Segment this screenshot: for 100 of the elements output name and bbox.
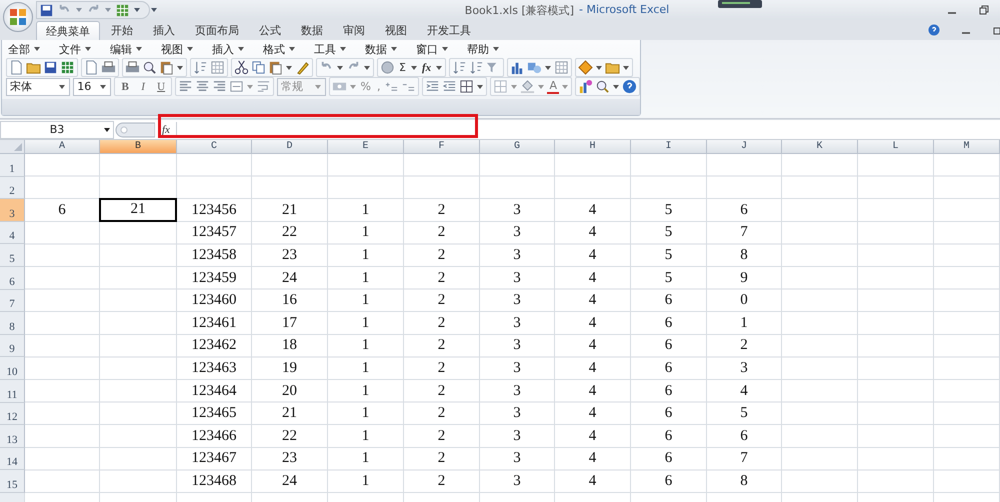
row-header[interactable]: 14 <box>0 448 25 470</box>
caret-icon[interactable] <box>151 8 157 12</box>
caret-icon[interactable] <box>613 84 620 88</box>
align-center-icon[interactable] <box>195 79 210 94</box>
sheet-icon[interactable] <box>115 2 130 18</box>
scissors-icon[interactable] <box>234 60 249 75</box>
menu-item[interactable]: 工具 <box>311 42 353 56</box>
wrap-icon[interactable] <box>256 79 272 94</box>
font-dropdown[interactable]: 宋体 <box>6 78 70 96</box>
bucket-icon[interactable] <box>520 79 536 94</box>
magnifier-icon[interactable] <box>142 60 157 75</box>
ribbon-tab[interactable]: 插入 <box>144 21 184 40</box>
row-header[interactable]: 10 <box>0 357 25 380</box>
menu-item[interactable]: 编辑 <box>107 42 149 56</box>
caret-icon[interactable] <box>177 66 183 70</box>
save-icon[interactable] <box>43 60 58 75</box>
caret-icon[interactable] <box>436 66 442 70</box>
bold-button[interactable]: B <box>117 79 134 94</box>
sort-icon[interactable] <box>193 60 208 75</box>
diamond-icon[interactable] <box>578 60 594 75</box>
help-icon[interactable] <box>928 24 940 36</box>
caret-icon[interactable] <box>104 128 110 132</box>
caret-icon[interactable] <box>286 66 292 70</box>
column-header[interactable]: E <box>328 140 404 154</box>
row-header[interactable]: 6 <box>0 266 25 290</box>
ribbon-tab[interactable]: 数据 <box>292 21 332 40</box>
ribbon-tab[interactable]: 审阅 <box>334 21 374 40</box>
page-icon[interactable] <box>84 60 99 75</box>
underline-button[interactable]: U <box>153 79 170 94</box>
page-icon[interactable] <box>9 60 24 75</box>
font-color-button[interactable]: A <box>547 80 560 94</box>
sort-icon[interactable] <box>469 60 484 75</box>
grid-icon[interactable] <box>554 60 570 75</box>
brush-icon[interactable] <box>295 60 310 75</box>
grid-icon[interactable] <box>210 60 225 75</box>
column-header[interactable]: B <box>100 140 177 154</box>
ribbon-tab[interactable]: 公式 <box>250 21 290 40</box>
italic-button[interactable]: I <box>135 79 152 94</box>
borders-icon[interactable] <box>459 79 474 94</box>
chart-icon[interactable] <box>578 79 594 94</box>
row-header[interactable]: 2 <box>0 176 25 200</box>
toolbar-button[interactable]: Σ <box>397 61 408 74</box>
clipboard-icon[interactable] <box>159 60 174 75</box>
column-header[interactable]: J <box>707 140 782 154</box>
column-header[interactable]: K <box>782 140 858 154</box>
menu-item[interactable]: 帮助 <box>464 42 506 56</box>
row-header[interactable]: 7 <box>0 290 25 312</box>
splitter-handle[interactable] <box>115 122 155 138</box>
menu-item[interactable]: 数据 <box>362 42 404 56</box>
office-button[interactable] <box>3 2 33 32</box>
caret-icon[interactable] <box>477 84 484 88</box>
row-header[interactable]: 11 <box>0 380 25 403</box>
caret-icon[interactable] <box>337 66 343 70</box>
ribbon-tab[interactable]: 页面布局 <box>186 21 248 40</box>
menu-item[interactable]: 插入 <box>209 42 251 56</box>
row-header[interactable]: 8 <box>0 312 25 335</box>
magnifier-icon[interactable] <box>595 79 610 94</box>
align-left-icon[interactable] <box>178 79 194 94</box>
ribbon-tab[interactable]: 视图 <box>376 21 416 40</box>
column-header[interactable]: L <box>858 140 934 154</box>
sort-icon[interactable] <box>452 60 468 75</box>
caret-icon[interactable] <box>410 66 417 70</box>
column-header[interactable]: F <box>404 140 480 154</box>
menu-item[interactable]: 视图 <box>158 42 200 56</box>
caret-icon[interactable] <box>364 66 370 70</box>
printer-icon[interactable] <box>125 60 140 75</box>
align-right-icon[interactable] <box>212 79 228 94</box>
column-header[interactable]: G <box>480 140 555 154</box>
menu-item[interactable]: 窗口 <box>413 42 455 56</box>
row-header[interactable]: 3 <box>0 199 25 222</box>
save-icon[interactable] <box>39 2 54 18</box>
insert-function-button[interactable]: fx <box>162 124 176 136</box>
ribbon-tab[interactable]: 经典菜单 <box>36 21 100 40</box>
menu-item[interactable]: 文件 <box>56 42 98 56</box>
row-header[interactable]: 1 <box>0 154 25 177</box>
menu-item[interactable]: 全部 <box>5 42 47 56</box>
ribbon-tab[interactable]: 开始 <box>102 21 142 40</box>
menu-item[interactable]: 格式 <box>260 42 302 56</box>
caret-icon[interactable] <box>596 66 602 70</box>
row-header[interactable]: 12 <box>0 402 25 426</box>
row-header[interactable]: 15 <box>0 470 25 493</box>
ribbon-tab[interactable]: 开发工具 <box>418 21 480 40</box>
column-header[interactable]: D <box>252 140 328 154</box>
printer-icon[interactable] <box>101 60 116 75</box>
sheet-icon[interactable] <box>60 60 75 75</box>
help-icon[interactable] <box>622 79 638 94</box>
caret-icon[interactable] <box>134 8 140 12</box>
name-box[interactable]: B3 <box>0 120 114 138</box>
restore-icon[interactable] <box>978 4 990 16</box>
caret-icon[interactable] <box>623 66 630 70</box>
row-header[interactable]: 5 <box>0 244 25 267</box>
column-header[interactable]: M <box>934 140 1000 154</box>
row-header[interactable]: 13 <box>0 425 25 448</box>
clipboard-icon[interactable] <box>268 60 283 75</box>
column-header[interactable]: C <box>177 140 252 154</box>
row-header[interactable]: 4 <box>0 222 25 244</box>
column-header[interactable]: H <box>555 140 631 154</box>
toolbar-button[interactable]: fx <box>420 62 434 74</box>
copy-icon[interactable] <box>251 60 266 75</box>
column-header[interactable]: A <box>25 140 100 154</box>
